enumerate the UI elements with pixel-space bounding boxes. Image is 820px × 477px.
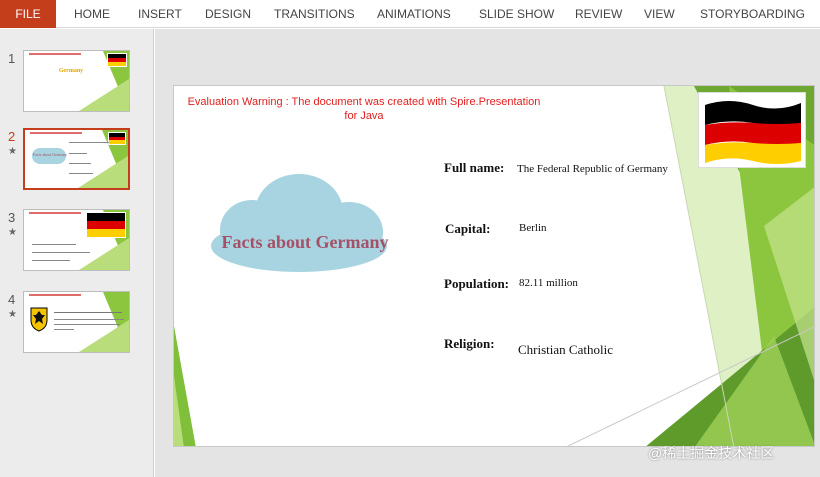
tab-home[interactable]: HOME bbox=[66, 0, 118, 28]
thumbnail-row-3: 3 ★ bbox=[0, 209, 154, 275]
tab-file[interactable]: FILE bbox=[0, 0, 56, 28]
fact-label-full-name: Full name: bbox=[444, 160, 505, 175]
thumb-text-lines bbox=[54, 329, 74, 330]
thumb-text-lines bbox=[54, 312, 122, 313]
thumb-bullet-line bbox=[32, 260, 70, 261]
thumb-flag-icon bbox=[107, 53, 127, 67]
watermark-text: @稀土掘金技术社区 bbox=[648, 445, 775, 461]
slide-thumbnail-2[interactable]: Facts about Germany bbox=[23, 128, 130, 190]
thumb-green-shape bbox=[78, 156, 128, 188]
thumbnail-row-1: 1 Germany bbox=[0, 50, 154, 116]
thumb-bullet-line bbox=[32, 252, 90, 253]
animation-star-icon: ★ bbox=[8, 309, 17, 320]
thumbnail-row-4: 4 ★ bbox=[0, 291, 154, 357]
tab-storyboarding[interactable]: STORYBOARDING bbox=[692, 0, 813, 28]
thumb-warning-line bbox=[29, 294, 81, 296]
fact-label-religion: Religion: bbox=[444, 336, 495, 351]
slide-thumbnail-3[interactable] bbox=[23, 209, 130, 271]
thumb-warning-line bbox=[29, 53, 81, 55]
animation-star-icon: ★ bbox=[8, 227, 17, 238]
german-flag-icon bbox=[705, 101, 801, 164]
evaluation-warning-text: Evaluation Warning : The document was cr… bbox=[187, 96, 541, 122]
thumbnail-title: Facts about Germany bbox=[32, 152, 68, 157]
thumb-text-lines bbox=[69, 142, 109, 143]
thumb-green-shape bbox=[79, 79, 129, 111]
ribbon-tab-bar: FILE HOME INSERT DESIGN TRANSITIONS ANIM… bbox=[0, 0, 820, 28]
slide-thumbnail-1[interactable]: Germany bbox=[23, 50, 130, 112]
thumb-text-lines bbox=[69, 163, 91, 164]
tab-transitions[interactable]: TRANSITIONS bbox=[266, 0, 363, 28]
fact-label-population: Population: bbox=[444, 276, 510, 291]
thumb-bullet-line bbox=[32, 244, 76, 245]
tab-insert[interactable]: INSERT bbox=[130, 0, 190, 28]
cloud-title: Facts about Germany bbox=[221, 232, 389, 252]
thumb-flag-icon bbox=[108, 132, 126, 145]
thumbnail-title: Germany bbox=[58, 68, 84, 74]
thumbnail-number: 4 bbox=[8, 292, 16, 307]
thumbnail-number: 3 bbox=[8, 210, 16, 225]
fact-value-full-name: The Federal Republic of Germany bbox=[517, 163, 668, 175]
fact-value-population: 82.11 million bbox=[519, 277, 578, 289]
thumb-warning-line bbox=[30, 132, 82, 134]
thumb-text-lines bbox=[54, 319, 124, 320]
slide-canvas[interactable]: Evaluation Warning : The document was cr… bbox=[173, 85, 815, 447]
fact-value-capital: Berlin bbox=[519, 222, 547, 234]
slide-editing-area[interactable]: Evaluation Warning : The document was cr… bbox=[155, 29, 820, 477]
slide-thumbnail-pane[interactable]: 1 Germany 2 ★ Facts about Germany 3 ★ 4 … bbox=[0, 29, 154, 477]
tab-animations[interactable]: ANIMATIONS bbox=[369, 0, 459, 28]
tab-slide-show[interactable]: SLIDE SHOW bbox=[471, 0, 562, 28]
thumb-flag-icon bbox=[86, 212, 126, 238]
thumb-warning-line bbox=[29, 212, 81, 214]
thumbnail-number: 1 bbox=[8, 51, 16, 66]
thumb-text-lines bbox=[54, 324, 120, 325]
fact-label-capital: Capital: bbox=[445, 221, 491, 236]
german-flag-image[interactable] bbox=[698, 92, 806, 168]
animation-star-icon: ★ bbox=[8, 146, 17, 157]
thumb-green-shape bbox=[79, 238, 129, 270]
thumb-text-lines bbox=[69, 173, 93, 174]
cloud-shape bbox=[211, 174, 387, 272]
fact-value-religion: Christian Catholic bbox=[518, 342, 613, 357]
tab-view[interactable]: VIEW bbox=[636, 0, 683, 28]
tab-review[interactable]: REVIEW bbox=[567, 0, 630, 28]
coat-of-arms-icon bbox=[30, 307, 48, 332]
thumbnail-row-2: 2 ★ Facts about Germany bbox=[0, 128, 154, 194]
thumbnail-number: 2 bbox=[8, 129, 16, 144]
thumb-text-lines bbox=[69, 153, 87, 154]
slide-thumbnail-4[interactable] bbox=[23, 291, 130, 353]
tab-design[interactable]: DESIGN bbox=[197, 0, 259, 28]
